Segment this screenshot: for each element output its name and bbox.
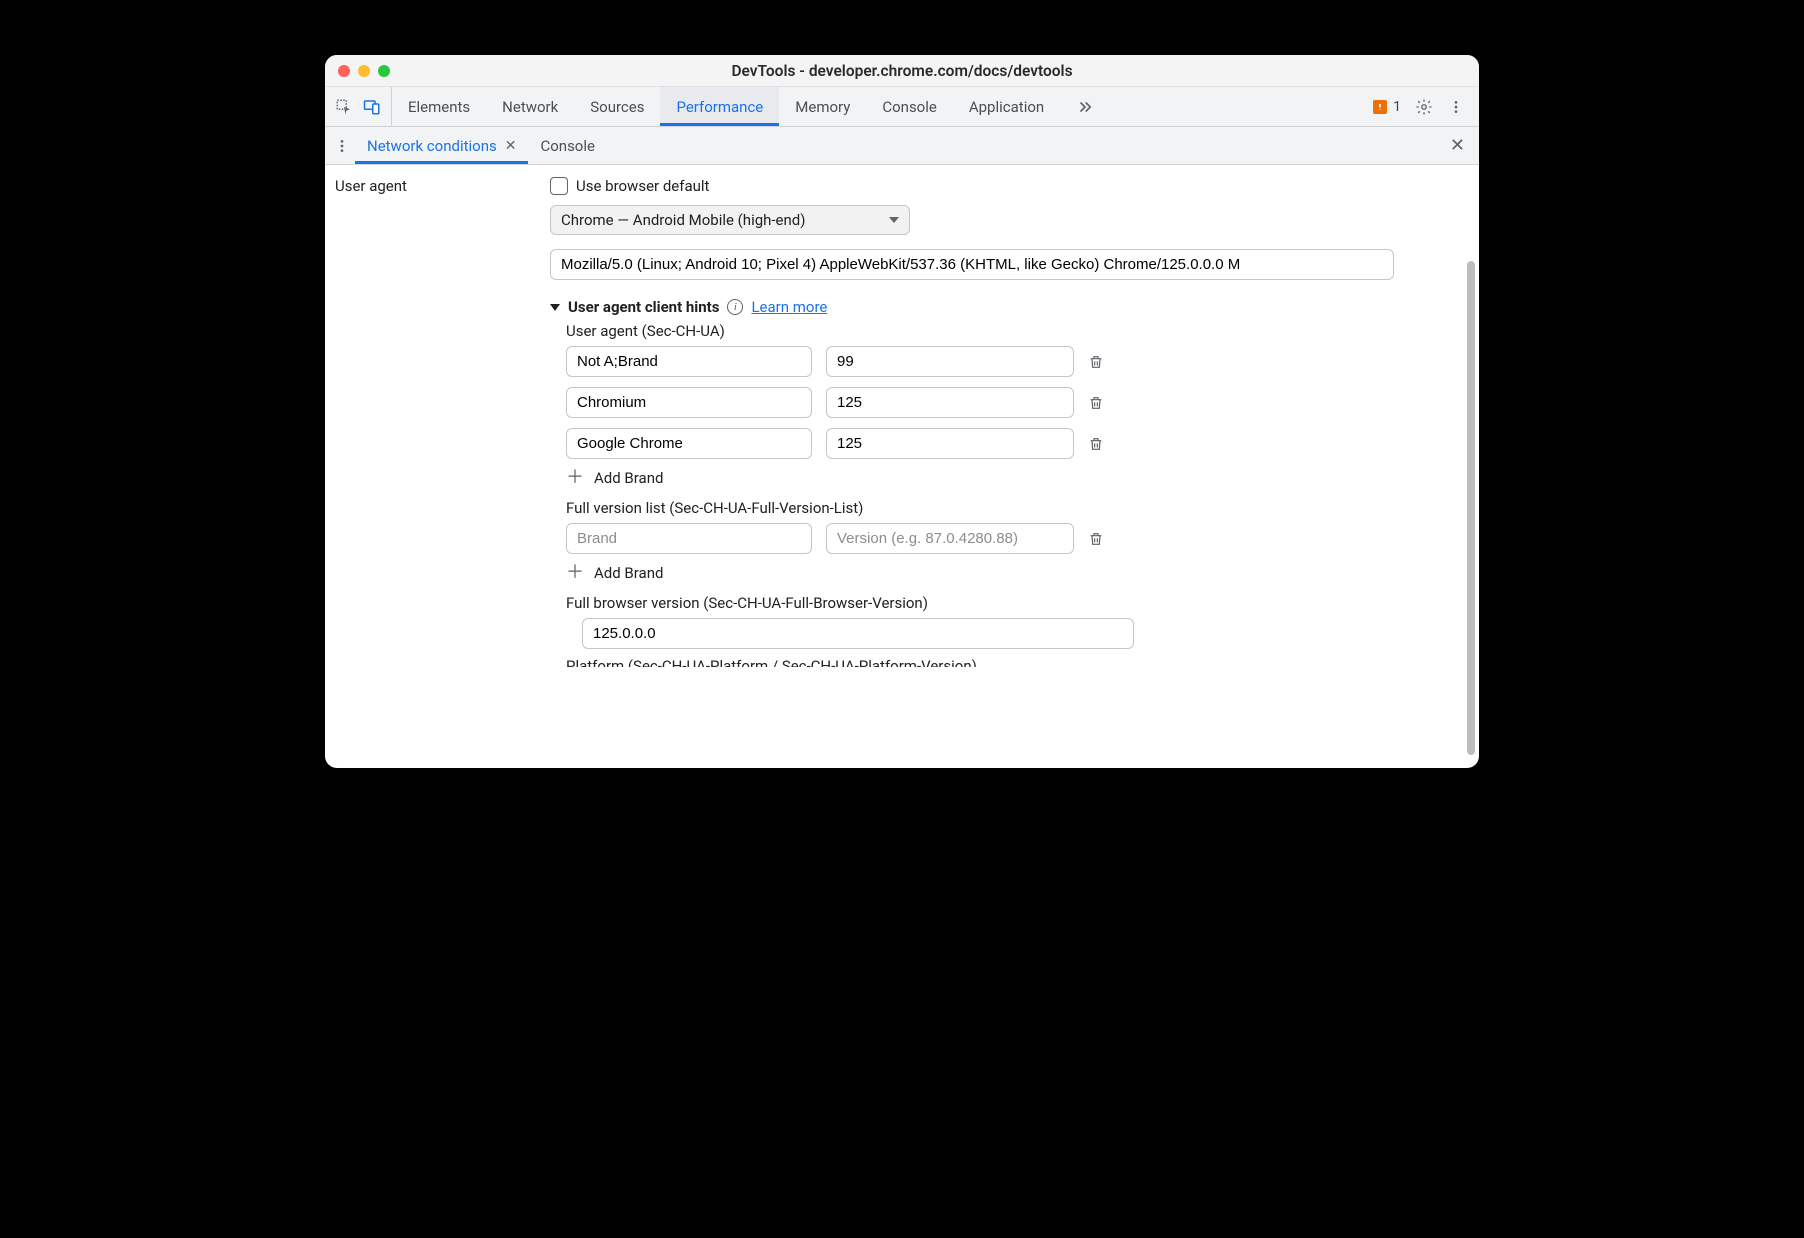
use-browser-default-checkbox[interactable] [550, 177, 568, 195]
add-brand-label: Add Brand [594, 469, 663, 487]
delete-row-icon[interactable] [1088, 394, 1106, 412]
window-controls [325, 65, 390, 77]
brand-version-input[interactable] [826, 387, 1074, 418]
drawer-tabstrip: Network conditions ✕ Console ✕ [325, 127, 1479, 165]
drawer-tab-console[interactable]: Console [528, 127, 607, 164]
full-browser-version-input[interactable] [582, 618, 1134, 649]
more-tabs-button[interactable] [1060, 87, 1110, 126]
drawer-tab-label: Network conditions [367, 137, 497, 155]
chevron-right-double-icon [1076, 98, 1094, 116]
scrollbar[interactable] [1467, 261, 1475, 755]
inspect-element-icon[interactable] [335, 98, 353, 116]
plus-icon: ＋ [566, 564, 584, 582]
brand-row [566, 387, 1399, 418]
minimize-window-button[interactable] [358, 65, 370, 77]
chevron-down-icon [889, 217, 899, 223]
devtools-window: DevTools - developer.chrome.com/docs/dev… [325, 55, 1479, 768]
delete-row-icon[interactable] [1088, 530, 1106, 548]
settings-icon[interactable] [1415, 98, 1433, 116]
drawer-more-icon[interactable] [329, 138, 355, 154]
issues-badge[interactable]: 1 [1373, 99, 1401, 115]
titlebar: DevTools - developer.chrome.com/docs/dev… [325, 55, 1479, 87]
use-browser-default-label: Use browser default [576, 177, 709, 195]
expand-triangle-icon [550, 304, 560, 311]
close-tab-icon[interactable]: ✕ [505, 138, 517, 154]
issue-icon [1373, 100, 1387, 114]
close-window-button[interactable] [338, 65, 350, 77]
tab-elements[interactable]: Elements [392, 87, 486, 126]
client-hints-title: User agent client hints [568, 298, 719, 316]
brand-name-input[interactable] [566, 428, 812, 459]
add-brand-button[interactable]: ＋ Add Brand [566, 469, 1399, 487]
brand-version-input[interactable] [826, 428, 1074, 459]
full-browser-version-label: Full browser version (Sec-CH-UA-Full-Bro… [566, 594, 1399, 612]
add-brand-label: Add Brand [594, 564, 663, 582]
window-title: DevTools - developer.chrome.com/docs/dev… [325, 62, 1479, 80]
delete-row-icon[interactable] [1088, 435, 1106, 453]
add-brand-button-fv[interactable]: ＋ Add Brand [566, 564, 1399, 582]
fv-brand-input[interactable] [566, 523, 812, 554]
section-label: User agent [325, 165, 550, 768]
tab-console[interactable]: Console [866, 87, 953, 126]
brand-version-input[interactable] [826, 346, 1074, 377]
user-agent-string-input[interactable] [550, 249, 1394, 280]
user-agent-select[interactable]: Chrome — Android Mobile (high-end) [550, 205, 910, 235]
user-agent-select-value: Chrome — Android Mobile (high-end) [561, 211, 805, 229]
tab-network[interactable]: Network [486, 87, 574, 126]
zoom-window-button[interactable] [378, 65, 390, 77]
close-drawer-icon[interactable]: ✕ [1444, 135, 1471, 156]
drawer-tab-label: Console [540, 137, 595, 155]
learn-more-link[interactable]: Learn more [751, 298, 827, 316]
partial-next-section: Platform (Sec-CH-UA-Platform / Sec-CH-UA… [566, 657, 1399, 667]
full-version-list-label: Full version list (Sec-CH-UA-Full-Versio… [566, 499, 1399, 517]
client-hints-section-header[interactable]: User agent client hints i Learn more [550, 298, 1399, 316]
tab-performance[interactable]: Performance [660, 87, 779, 126]
brand-name-input[interactable] [566, 346, 812, 377]
network-conditions-panel: User agent Use browser default Chrome — … [325, 165, 1479, 768]
info-icon[interactable]: i [727, 299, 743, 315]
full-version-list [566, 523, 1399, 554]
brand-name-input[interactable] [566, 387, 812, 418]
brand-list [566, 346, 1399, 459]
main-tabstrip: Elements Network Sources Performance Mem… [325, 87, 1479, 127]
tab-application[interactable]: Application [953, 87, 1060, 126]
tab-sources[interactable]: Sources [574, 87, 660, 126]
panel-tabs: Elements Network Sources Performance Mem… [391, 87, 1110, 126]
drawer-tab-network-conditions[interactable]: Network conditions ✕ [355, 127, 528, 164]
brand-row [566, 428, 1399, 459]
more-options-icon[interactable] [1447, 98, 1465, 116]
brand-row [566, 523, 1399, 554]
brand-row [566, 346, 1399, 377]
device-toolbar-icon[interactable] [363, 98, 381, 116]
delete-row-icon[interactable] [1088, 353, 1106, 371]
plus-icon: ＋ [566, 469, 584, 487]
tab-memory[interactable]: Memory [779, 87, 866, 126]
fv-version-input[interactable] [826, 523, 1074, 554]
issues-count: 1 [1393, 99, 1401, 115]
sec-ch-ua-label: User agent (Sec-CH-UA) [566, 322, 1399, 340]
